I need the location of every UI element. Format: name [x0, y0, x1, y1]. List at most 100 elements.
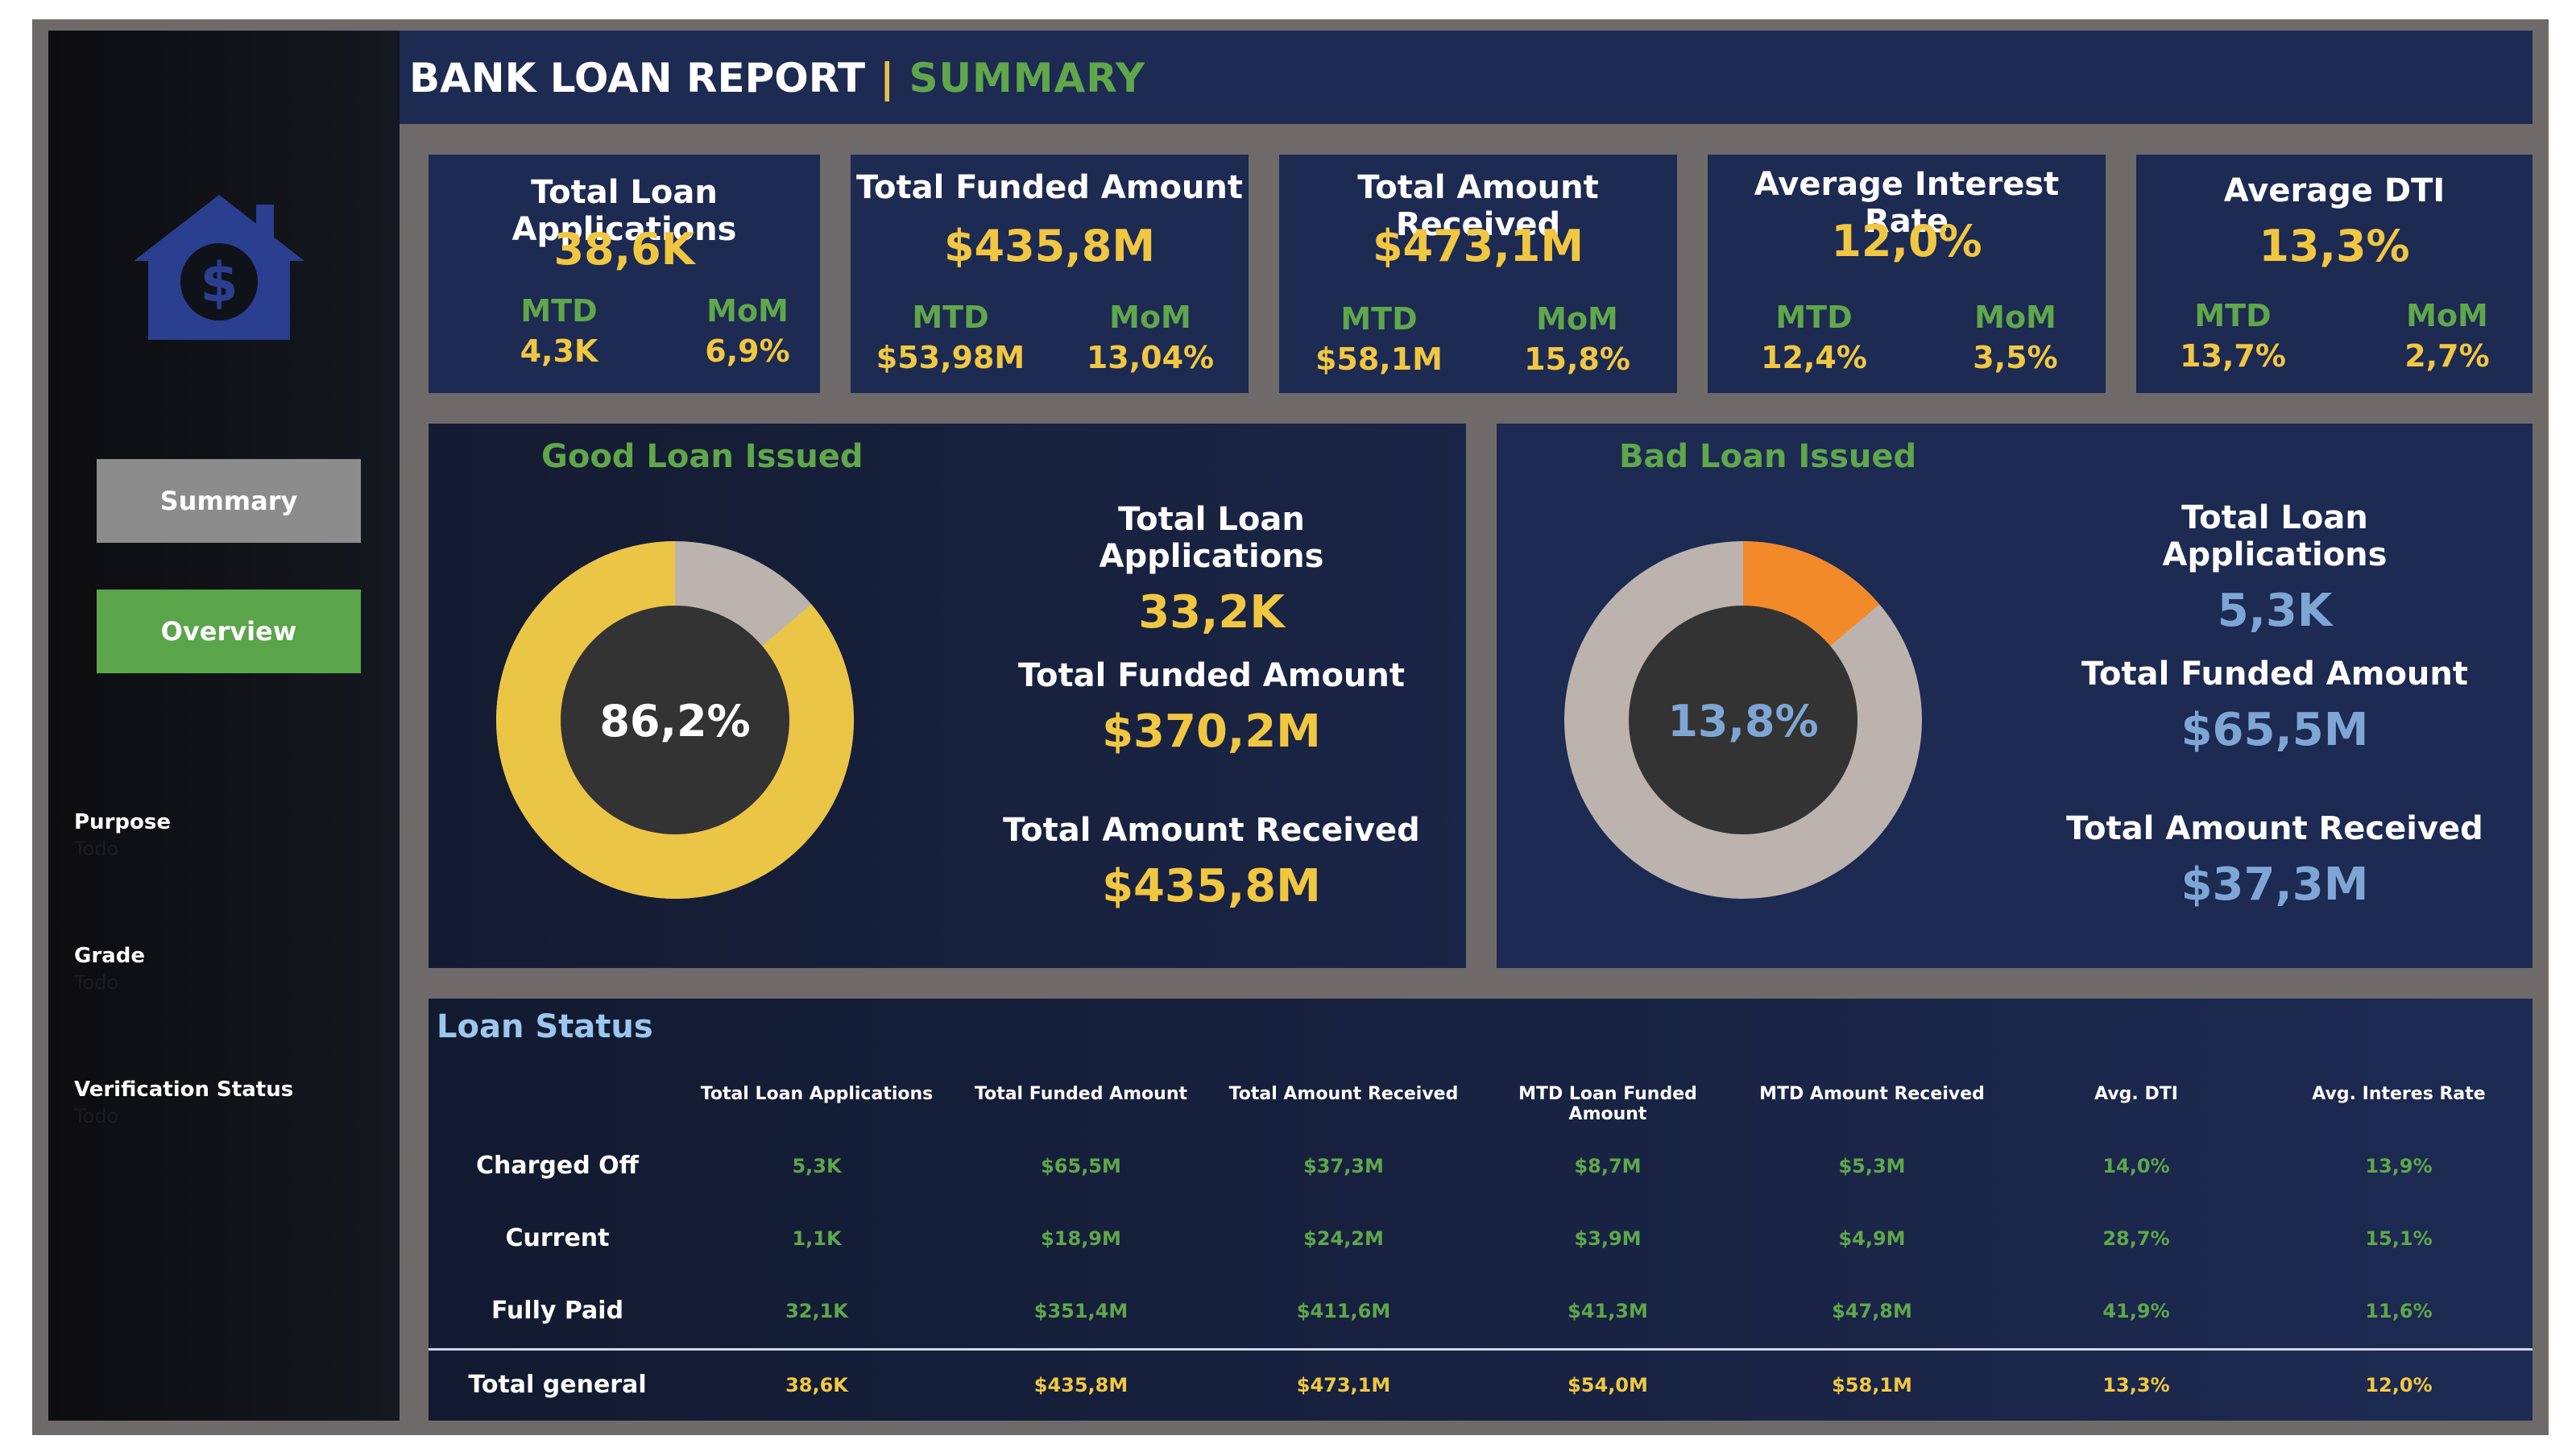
table-cell: $4,9M: [1838, 1227, 1906, 1250]
total-cell: $473,1M: [1296, 1374, 1391, 1396]
kpi-value: $435,8M: [943, 221, 1156, 271]
table-cell: $65,5M: [1041, 1155, 1121, 1177]
kpi-mtd-value: 4,3K: [520, 333, 598, 369]
bad-loan-percent: 13,8%: [1667, 696, 1819, 747]
kpi-mom-label: MoM: [706, 293, 789, 329]
report-title: BANK LOAN REPORT: [409, 55, 866, 101]
total-cell: $435,8M: [1033, 1374, 1129, 1396]
bad-loan-apps-stat: Total Loan Applications 5,3K: [2065, 499, 2484, 637]
filter-verification-status[interactable]: Verification Status Todo: [74, 1078, 293, 1127]
kpi-mom: MoM 6,9%: [667, 293, 828, 369]
kpi-value: $473,1M: [1372, 221, 1584, 271]
kpi-mom-value: 15,8%: [1524, 341, 1630, 377]
table-cell: 11,6%: [2365, 1300, 2433, 1322]
summary-nav-button[interactable]: Summary: [97, 459, 361, 543]
column-header: MTD Loan Funded Amount: [1518, 1084, 1697, 1124]
table-cell: 1,1K: [792, 1227, 842, 1250]
kpi-mtd: MTD $53,98M: [870, 300, 1031, 375]
filter-value[interactable]: Todo: [74, 971, 145, 994]
filter-value[interactable]: Todo: [74, 838, 171, 860]
kpi-mom-label: MoM: [1109, 300, 1191, 335]
loan-status-table: Loan Status Total Loan Applications Tota…: [429, 999, 2533, 1421]
table-cell: 5,3K: [792, 1155, 842, 1177]
svg-text:$: $: [200, 251, 238, 315]
kpi-mtd-value: $58,1M: [1315, 341, 1443, 377]
stat-label: Total Loan Applications: [2162, 499, 2388, 573]
kpi-mtd-label: MTD: [912, 300, 989, 335]
kpi-mom: MoM 15,8%: [1497, 301, 1658, 377]
report-subtitle: SUMMARY: [909, 55, 1146, 101]
filter-grade[interactable]: Grade Todo: [74, 944, 145, 994]
kpi-mtd: MTD 12,4%: [1733, 300, 1895, 375]
stat-label: Total Funded Amount: [1018, 657, 1405, 694]
stat-label: Total Amount Received: [2066, 810, 2483, 847]
kpi-mom-label: MoM: [1536, 301, 1618, 337]
table-cell: $5,3M: [1838, 1155, 1906, 1177]
total-cell: 13,3%: [2102, 1374, 2170, 1396]
kpi-mtd-label: MTD: [1340, 301, 1418, 337]
row-label-total: Total general: [468, 1371, 647, 1399]
sidebar: $ Summary Overview Purpose Todo Grade To…: [48, 31, 400, 1421]
kpi-mtd-label: MTD: [1775, 300, 1853, 335]
kpi-mtd-value: 13,7%: [2180, 338, 2286, 374]
table-cell: 13,9%: [2365, 1155, 2433, 1177]
good-loan-panel: Good Loan Issued 86,2% Total Loan Applic…: [429, 424, 1466, 968]
kpi-mtd-value: $53,98M: [876, 340, 1025, 375]
title-separator: |: [880, 55, 895, 101]
kpi-mtd: MTD 4,3K: [478, 293, 640, 369]
kpi-mom: MoM 3,5%: [1935, 300, 2096, 375]
total-cell: $58,1M: [1832, 1374, 1912, 1396]
kpi-mom-label: MoM: [1974, 300, 2056, 335]
bad-loan-title: Bad Loan Issued: [1619, 438, 1917, 475]
kpi-value: 13,3%: [2259, 221, 2410, 271]
good-loan-percent: 86,2%: [599, 696, 751, 747]
kpi-mom-value: 6,9%: [705, 333, 790, 369]
kpi-average-dti: Average DTI 13,3% MTD 13,7% MoM 2,7%: [2136, 155, 2533, 393]
filter-label: Verification Status: [74, 1078, 294, 1102]
overview-nav-button[interactable]: Overview: [97, 590, 361, 673]
good-loan-funded-stat: Total Funded Amount $370,2M: [1002, 657, 1421, 758]
filter-value[interactable]: Todo: [74, 1105, 293, 1127]
table-cell: 41,9%: [2102, 1300, 2170, 1322]
column-header: Total Loan Applications: [700, 1084, 934, 1104]
kpi-title: Average DTI: [2223, 172, 2446, 209]
kpi-mom-value: 13,04%: [1086, 340, 1215, 375]
house-dollar-icon: $: [134, 195, 304, 340]
kpi-total-loan-applications: Total Loan Applications 38,6K MTD 4,3K M…: [429, 155, 820, 393]
column-header: Total Funded Amount: [975, 1084, 1187, 1104]
table-cell: 14,0%: [2102, 1155, 2170, 1177]
kpi-average-interest-rate: Average Interest Rate 12,0% MTD 12,4% Mo…: [1708, 155, 2106, 393]
table-cell: $411,6M: [1296, 1300, 1391, 1322]
bad-loan-received-stat: Total Amount Received $37,3M: [2065, 810, 2484, 911]
column-header: Total Amount Received: [1228, 1084, 1459, 1104]
stat-label: Total Amount Received: [1003, 812, 1420, 849]
kpi-mtd: MTD $58,1M: [1298, 301, 1460, 377]
kpi-total-amount-received: Total Amount Received $473,1M MTD $58,1M…: [1279, 155, 1677, 393]
stat-value: 5,3K: [2217, 585, 2333, 637]
bad-loan-panel: Bad Loan Issued 13,8% Total Loan Applica…: [1497, 424, 2533, 968]
kpi-mtd: MTD 13,7%: [2152, 298, 2313, 374]
table-cell: $37,3M: [1303, 1155, 1384, 1177]
total-cell: 38,6K: [785, 1374, 848, 1396]
table-cell: $8,7M: [1574, 1155, 1642, 1177]
table-cell: $24,2M: [1303, 1227, 1384, 1250]
table-cell: $351,4M: [1033, 1300, 1129, 1322]
kpi-mom-value: 2,7%: [2404, 338, 2490, 374]
row-label-fully-paid: Fully Paid: [491, 1297, 624, 1325]
table-cell: 28,7%: [2102, 1227, 2170, 1250]
kpi-mom-label: MoM: [2406, 298, 2488, 333]
stat-value: 33,2K: [1138, 586, 1285, 639]
stat-value: $370,2M: [1102, 705, 1321, 758]
kpi-mom: MoM 2,7%: [2367, 298, 2528, 374]
filter-purpose[interactable]: Purpose Todo: [74, 810, 171, 860]
loan-status-title: Loan Status: [437, 1008, 653, 1045]
table-cell: $47,8M: [1832, 1300, 1912, 1322]
stat-label: Total Loan Applications: [1099, 501, 1324, 575]
kpi-title: Total Funded Amount: [856, 169, 1243, 206]
row-label-charged-off: Charged Off: [476, 1152, 639, 1180]
kpi-value: 38,6K: [553, 224, 695, 275]
stat-value: $37,3M: [2180, 858, 2369, 911]
bad-loan-funded-stat: Total Funded Amount $65,5M: [2065, 656, 2484, 756]
table-cell: $3,9M: [1574, 1227, 1642, 1250]
stat-value: $65,5M: [2180, 704, 2369, 756]
